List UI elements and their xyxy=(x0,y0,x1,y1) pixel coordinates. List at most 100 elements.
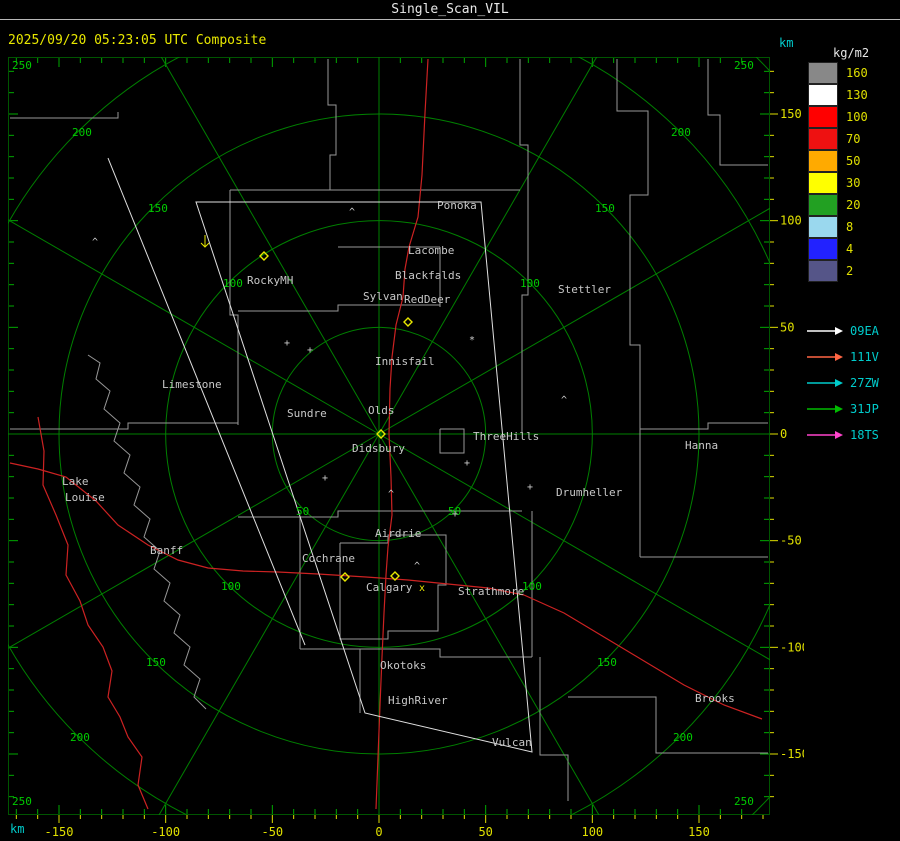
city-label: Brooks xyxy=(695,692,735,705)
city-label: Calgary xyxy=(366,581,413,594)
city-label: Lacombe xyxy=(408,244,454,257)
x-axis-tick-label: 0 xyxy=(375,825,382,839)
radar-site-marker xyxy=(340,572,350,582)
scan-edge-line xyxy=(107,157,306,646)
legend-color-swatch xyxy=(808,216,838,238)
county-boundary xyxy=(539,657,569,801)
county-boundary xyxy=(10,112,119,119)
city-label: Lake xyxy=(62,475,89,488)
city-label: Strathmore xyxy=(458,585,524,598)
station-arrow-head xyxy=(835,431,843,439)
x-axis-tick-label: -100 xyxy=(151,825,180,839)
station-id-label: 09EA xyxy=(850,324,879,338)
range-ring-label: 200 xyxy=(671,126,691,139)
legend-entry: 160 xyxy=(808,62,868,84)
legend-entry: 50 xyxy=(808,150,868,172)
obs-marker: + xyxy=(307,345,313,356)
legend-value: 8 xyxy=(846,220,854,234)
city-label: Cochrane xyxy=(302,552,355,565)
y-axis-tick-label: -100 xyxy=(780,640,804,654)
city-label: Sundre xyxy=(287,407,327,420)
station-arrow-icon xyxy=(807,405,843,413)
legend-value: 100 xyxy=(846,110,868,124)
y-axis-tick-label: 50 xyxy=(780,320,794,334)
obs-marker: + xyxy=(464,458,470,469)
county-boundary xyxy=(616,59,649,429)
radial-line xyxy=(160,57,380,435)
title-bar: Single_Scan_VIL xyxy=(0,2,900,17)
legend-entry: 2 xyxy=(808,260,868,282)
y-axis-canvas: 150 100 50 0 -50 -100 -150 xyxy=(770,70,804,798)
legend-color-swatch xyxy=(808,150,838,172)
range-ring-label: 50 xyxy=(296,505,309,518)
radial-line xyxy=(8,219,380,435)
range-ring-label: 100 xyxy=(221,580,241,593)
range-ring-label: 250 xyxy=(734,795,754,808)
y-axis-tick-label: -150 xyxy=(780,747,804,761)
x-axis-unit-label: km xyxy=(10,822,25,836)
range-ring-label: 200 xyxy=(72,126,92,139)
legend-value: 30 xyxy=(846,176,861,190)
city-label: Olds xyxy=(368,404,395,417)
x-axis-canvas: -150 -100 -50 0 50 100 150 xyxy=(15,815,764,839)
station-arrow-icon xyxy=(807,327,843,335)
legend-color-swatch xyxy=(808,238,838,260)
legend-color-swatch xyxy=(808,62,838,84)
station-arrow-head xyxy=(835,327,843,335)
legend-color-swatch xyxy=(808,172,838,194)
city-label: RockyMH xyxy=(247,274,293,287)
obs-marker: + xyxy=(452,509,458,520)
city-label: Hanna xyxy=(685,439,718,452)
city-label: Louise xyxy=(65,491,105,504)
legend-entry: 4 xyxy=(808,238,868,260)
range-ring-label: 150 xyxy=(595,202,615,215)
county-boundary xyxy=(439,428,465,454)
title-separator xyxy=(0,19,900,20)
city-label: Stettler xyxy=(558,283,611,296)
county-boundary xyxy=(519,59,529,433)
station-entry: 31JP xyxy=(806,396,879,422)
legend-entry: 70 xyxy=(808,128,868,150)
range-ring-label: 250 xyxy=(12,795,32,808)
city-label: ThreeHills xyxy=(473,430,539,443)
legend-value: 20 xyxy=(846,198,861,212)
window-title: Single_Scan_VIL xyxy=(391,2,509,17)
y-axis-tick-label: -50 xyxy=(780,534,802,548)
station-id-label: 31JP xyxy=(850,402,879,416)
x-axis-tick-label: 100 xyxy=(581,825,603,839)
x-axis: -150 -100 -50 0 50 100 150 xyxy=(8,815,770,841)
legend-entry: 100 xyxy=(808,106,868,128)
legend-entry: 30 xyxy=(808,172,868,194)
city-label: Banff xyxy=(150,544,183,557)
scan-timestamp: 2025/09/20 05:23:05 UTC Composite xyxy=(8,33,267,48)
radar-map[interactable]: 100 150 200 250 100 150 200 250 50 100 150 200 250 50… xyxy=(8,57,770,815)
range-ring-label: 100 xyxy=(223,277,243,290)
station-arrow-head xyxy=(835,353,843,361)
range-ring-label: 100 xyxy=(520,277,540,290)
city-label: Limestone xyxy=(162,378,222,391)
legend-color-swatch xyxy=(808,84,838,106)
county-boundary xyxy=(300,648,532,658)
city-label: Sylvan xyxy=(363,290,403,303)
station-id-label: 18TS xyxy=(850,428,879,442)
station-arrow-head xyxy=(835,405,843,413)
x-axis-tick-label: -50 xyxy=(261,825,283,839)
legend-unit-label: kg/m2 xyxy=(833,46,870,60)
county-boundary xyxy=(238,510,522,518)
range-ring-label: 150 xyxy=(148,202,168,215)
obs-marker: * xyxy=(469,335,475,346)
station-entry: 09EA xyxy=(806,318,879,344)
legend-entry: 8 xyxy=(808,216,868,238)
obs-marker: ^ xyxy=(388,489,394,500)
county-boundary xyxy=(327,59,337,190)
x-axis-tick-label: 150 xyxy=(688,825,710,839)
city-label: Drumheller xyxy=(556,486,623,499)
y-axis-tick-label: 150 xyxy=(780,107,802,121)
y-axis-tick-label: 0 xyxy=(780,427,787,441)
county-boundary xyxy=(640,422,768,430)
radial-line xyxy=(378,433,770,661)
city-label: HighRiver xyxy=(388,694,448,707)
x-axis-tick-label: -150 xyxy=(45,825,74,839)
legend-value: 2 xyxy=(846,264,854,278)
radar-map-canvas[interactable]: 1001502002501001502002505010015020025050… xyxy=(8,57,770,815)
